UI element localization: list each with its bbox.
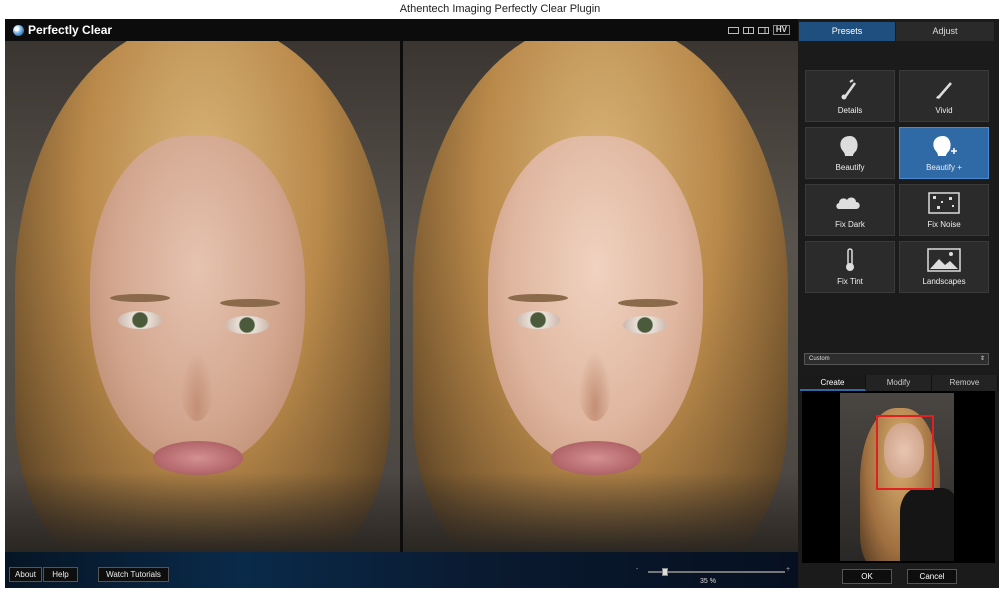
preset-select-value: Custom (809, 356, 830, 362)
logo-icon (13, 24, 24, 36)
preset-beautify[interactable]: Beautify (805, 127, 895, 179)
window-title: Athentech Imaging Perfectly Clear Plugin (0, 0, 1000, 19)
image-header-bar: Perfectly Clear HV (5, 19, 798, 41)
face-detection-box[interactable] (876, 415, 934, 490)
brush-icon (841, 79, 857, 100)
preset-label: Fix Dark (835, 220, 865, 229)
tab-create[interactable]: Create (800, 375, 866, 391)
preset-label: Fix Noise (927, 220, 961, 229)
preset-details[interactable]: Details (805, 70, 895, 122)
after-image (403, 41, 798, 552)
side-by-side-icon[interactable] (757, 26, 769, 34)
tab-presets[interactable]: Presets (799, 22, 895, 41)
view-mode-switcher: HV (727, 25, 790, 35)
app-logo: Perfectly Clear (13, 22, 112, 38)
noise-icon (928, 192, 960, 214)
paintbrush-icon (936, 82, 952, 99)
about-button[interactable]: About (9, 567, 42, 582)
thermometer-icon (846, 248, 854, 271)
watch-tutorials-button[interactable]: Watch Tutorials (98, 567, 169, 582)
preset-fix-tint[interactable]: Fix Tint (805, 241, 895, 293)
preset-select[interactable]: Custom ⇕ (804, 353, 989, 365)
preset-label: Landscapes (922, 277, 966, 286)
single-view-icon[interactable] (727, 26, 739, 34)
cancel-button[interactable]: Cancel (907, 569, 957, 584)
ok-button[interactable]: OK (842, 569, 892, 584)
preset-fix-dark[interactable]: Fix Dark (805, 184, 895, 236)
zoom-in-label[interactable]: + (786, 566, 790, 573)
face-silhouette-icon (840, 136, 858, 156)
help-button[interactable]: Help (43, 567, 78, 582)
preset-beautify-plus[interactable]: Beautify + (899, 127, 989, 179)
hv-toggle-button[interactable]: HV (772, 25, 790, 35)
tab-remove[interactable]: Remove (932, 375, 998, 391)
split-view-icon[interactable] (742, 26, 754, 34)
tab-modify[interactable]: Modify (866, 375, 932, 391)
zoom-value: 35 % (700, 578, 716, 585)
preset-label: Details (837, 106, 863, 115)
preset-vivid[interactable]: Vivid (899, 70, 989, 122)
zoom-slider-thumb[interactable] (662, 568, 668, 576)
preset-label: Beautify + (926, 163, 962, 172)
tab-adjust[interactable]: Adjust (896, 22, 994, 41)
zoom-slider[interactable] (648, 571, 785, 573)
before-image (5, 41, 400, 552)
zoom-out-label[interactable]: - (636, 566, 638, 573)
updown-arrow-icon: ⇕ (979, 356, 985, 362)
before-photo (5, 41, 400, 552)
logo-text: Perfectly Clear (28, 23, 113, 37)
face-tabs: Create Modify Remove (800, 375, 998, 391)
preset-fix-noise[interactable]: Fix Noise (899, 184, 989, 236)
preset-landscapes[interactable]: Landscapes (899, 241, 989, 293)
preset-label: Vivid (935, 106, 953, 115)
preset-label: Fix Tint (837, 277, 863, 286)
cloud-icon (836, 197, 860, 209)
after-photo (403, 41, 798, 552)
preset-label: Beautify (835, 163, 865, 172)
panel-tabs: Presets Adjust (799, 22, 999, 41)
face-silhouette-plus-icon (933, 136, 957, 156)
landscape-icon (927, 248, 961, 272)
